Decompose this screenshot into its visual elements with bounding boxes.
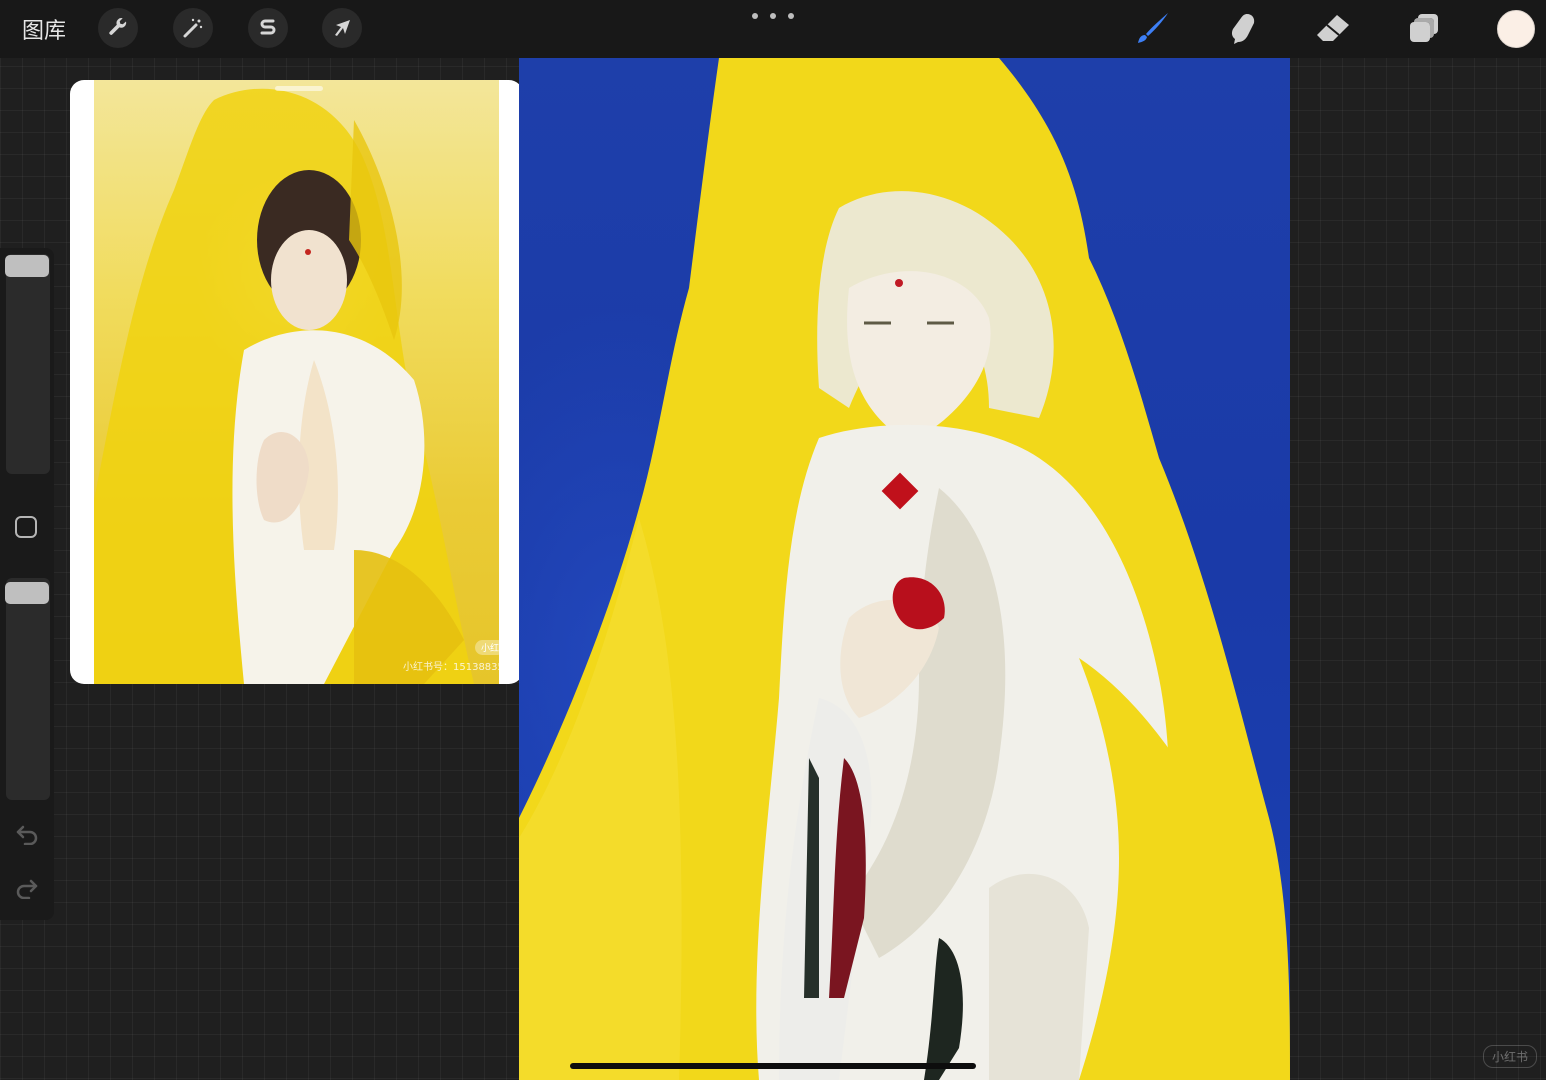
layers-button[interactable] bbox=[1404, 8, 1444, 48]
redo-icon bbox=[16, 879, 38, 899]
color-picker-button[interactable] bbox=[1497, 10, 1535, 48]
brush-size-handle[interactable] bbox=[5, 255, 49, 277]
reference-watermark: 小红书号：1513883585 bbox=[403, 662, 517, 673]
modify-button[interactable] bbox=[15, 516, 37, 538]
reference-badge: 小红 bbox=[475, 640, 506, 655]
wrench-icon bbox=[109, 18, 127, 35]
undo-button[interactable] bbox=[14, 822, 40, 846]
selection-button[interactable] bbox=[248, 8, 288, 48]
reference-photo bbox=[94, 80, 499, 684]
canvas-artwork bbox=[519, 58, 1290, 1080]
corner-watermark: 小红书 bbox=[1483, 1045, 1538, 1068]
eraser-icon bbox=[1317, 15, 1349, 41]
reference-drag-handle[interactable] bbox=[275, 86, 323, 91]
reference-window[interactable]: 小红 小红书号：1513883585 bbox=[70, 80, 523, 684]
top-toolbar: 图库 bbox=[0, 0, 1546, 58]
opacity-slider[interactable] bbox=[6, 578, 50, 800]
eraser-button[interactable] bbox=[1313, 8, 1353, 48]
actions-button[interactable] bbox=[98, 8, 138, 48]
gallery-button[interactable]: 图库 bbox=[22, 13, 66, 45]
drawing-canvas[interactable] bbox=[519, 58, 1290, 1080]
adjustments-button[interactable] bbox=[173, 8, 213, 48]
transform-button[interactable] bbox=[322, 8, 362, 48]
more-dots-icon[interactable] bbox=[752, 8, 794, 24]
redo-button[interactable] bbox=[14, 876, 40, 900]
smudge-button[interactable] bbox=[1222, 8, 1262, 48]
smudge-finger-icon bbox=[1231, 14, 1255, 44]
left-sidebar bbox=[0, 248, 54, 920]
undo-icon bbox=[16, 825, 38, 845]
opacity-handle[interactable] bbox=[5, 582, 49, 604]
brush-size-slider[interactable] bbox=[6, 254, 50, 474]
home-indicator[interactable] bbox=[570, 1063, 976, 1069]
brush-button[interactable] bbox=[1133, 8, 1173, 48]
selection-s-icon bbox=[260, 19, 276, 35]
reference-figure-illustration bbox=[94, 88, 474, 684]
magic-wand-icon bbox=[183, 18, 203, 38]
brush-icon bbox=[1138, 13, 1168, 43]
arrow-cursor-icon bbox=[335, 20, 350, 36]
layers-icon bbox=[1410, 14, 1438, 42]
